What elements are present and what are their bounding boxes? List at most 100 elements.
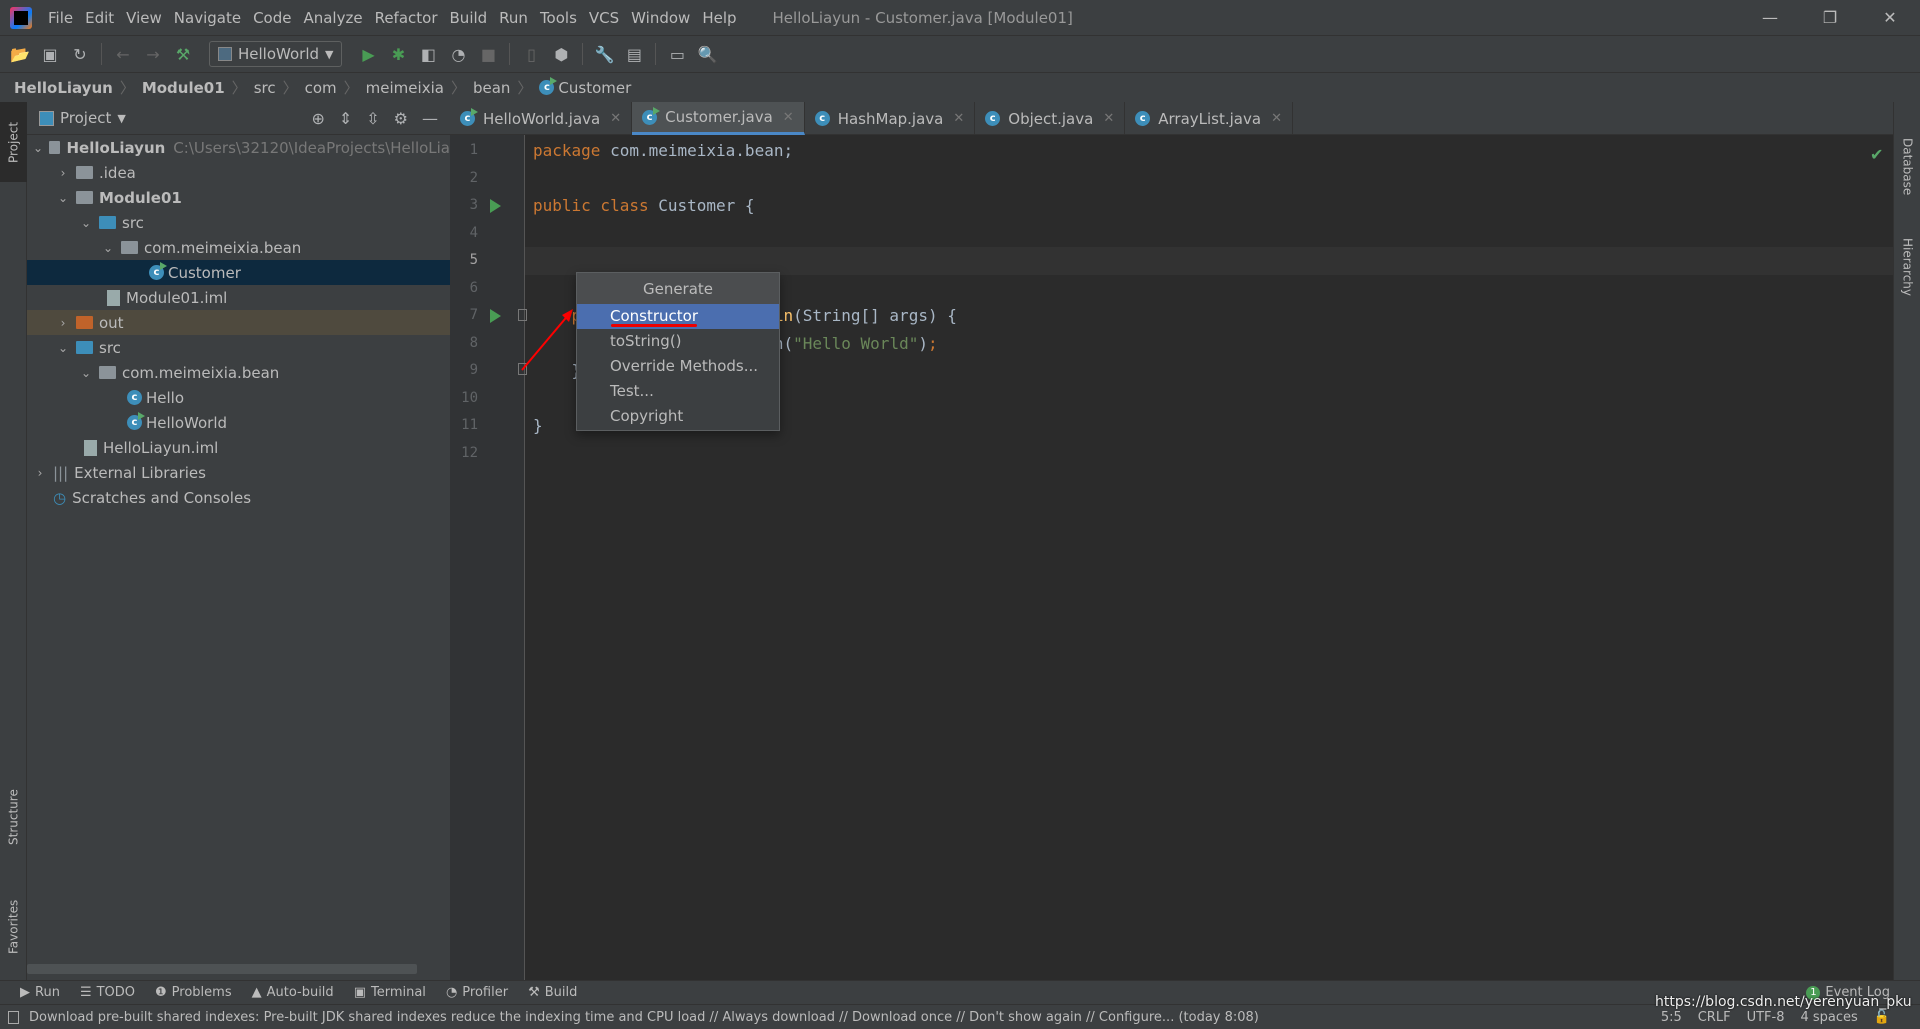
lock-icon[interactable]: 🔓	[1874, 1010, 1890, 1025]
menu-file[interactable]: File	[42, 9, 79, 27]
run-gutter-icon[interactable]	[490, 309, 501, 323]
tab-helloworld[interactable]: c HelloWorld.java ✕	[450, 102, 633, 135]
run-icon[interactable]: ▶	[356, 42, 380, 66]
menu-code[interactable]: Code	[247, 9, 297, 27]
forward-icon[interactable]: →	[141, 42, 165, 66]
terminal-tool-button[interactable]: ▣ Terminal	[354, 985, 426, 1000]
tab-hashmap[interactable]: c HashMap.java ✕	[805, 102, 976, 135]
project-panel-title[interactable]: Project	[60, 109, 111, 127]
indent-setting[interactable]: 4 spaces	[1800, 1010, 1857, 1025]
sync-icon[interactable]: ↻	[68, 42, 92, 66]
chevron-down-icon[interactable]: ⌄	[56, 341, 70, 355]
menu-item-tostring[interactable]: toString()	[577, 329, 779, 354]
breadcrumb-module[interactable]: Module01	[142, 79, 225, 97]
menu-item-test[interactable]: Test...	[577, 379, 779, 404]
menu-navigate[interactable]: Navigate	[168, 9, 247, 27]
tab-customer[interactable]: c Customer.java ✕	[632, 102, 805, 135]
todo-tool-button[interactable]: ☰ TODO	[80, 985, 135, 1000]
chevron-down-icon[interactable]: ⌄	[101, 241, 115, 255]
open-folder-icon[interactable]: 📂	[8, 42, 32, 66]
favorites-tool-tab[interactable]: Favorites	[0, 882, 27, 972]
expand-all-icon[interactable]: ⇕	[339, 109, 352, 128]
debug-icon[interactable]: ✱	[386, 42, 410, 66]
tree-item[interactable]: c Hello	[27, 385, 450, 410]
chevron-down-icon[interactable]: ⌄	[79, 216, 93, 230]
device-icon[interactable]: ▯	[519, 42, 543, 66]
chevron-down-icon[interactable]: ▼	[117, 112, 125, 125]
breadcrumb-meimeixia[interactable]: meimeixia	[366, 79, 444, 97]
menu-item-override-methods[interactable]: Override Methods...	[577, 354, 779, 379]
profile-icon[interactable]: ◔	[446, 42, 470, 66]
no-problems-check-icon[interactable]: ✔	[1870, 145, 1883, 164]
tree-item[interactable]: › .idea	[27, 160, 450, 185]
status-message[interactable]: Download pre-built shared indexes: Pre-b…	[29, 1010, 1259, 1025]
problems-tool-button[interactable]: ❶ Problems	[155, 985, 232, 1000]
coverage-icon[interactable]: ◧	[416, 42, 440, 66]
breadcrumb-src[interactable]: src	[254, 79, 276, 97]
tree-item[interactable]: ⌄ src	[27, 210, 450, 235]
chevron-right-icon[interactable]: ›	[33, 466, 47, 480]
menu-refactor[interactable]: Refactor	[369, 9, 444, 27]
tree-item[interactable]: ⌄ Module01	[27, 185, 450, 210]
presentation-icon[interactable]: ▭	[665, 42, 689, 66]
chevron-right-icon[interactable]: ›	[56, 166, 70, 180]
back-icon[interactable]: ←	[111, 42, 135, 66]
locate-icon[interactable]: ⊕	[311, 109, 324, 128]
menu-item-copyright[interactable]: Copyright	[577, 404, 779, 429]
close-icon[interactable]: ✕	[1103, 111, 1114, 126]
close-icon[interactable]: ✕	[783, 110, 794, 125]
project-structure-icon[interactable]: ▤	[622, 42, 646, 66]
collapse-all-icon[interactable]: ⇳	[366, 109, 379, 128]
breadcrumb-com[interactable]: com	[305, 79, 337, 97]
chevron-down-icon[interactable]: ⌄	[33, 141, 43, 155]
tree-item[interactable]: HelloLiayun.iml	[27, 435, 450, 460]
tree-item[interactable]: ⌄ com.meimeixia.bean	[27, 235, 450, 260]
menu-vcs[interactable]: VCS	[583, 9, 625, 27]
database-tool-tab[interactable]: Database	[1894, 132, 1920, 202]
run-tool-button[interactable]: ▶ Run	[20, 985, 60, 1000]
project-tool-tab[interactable]: Project	[0, 102, 27, 182]
settings-wrench-icon[interactable]: 🔧	[592, 42, 616, 66]
stop-icon[interactable]: ■	[476, 42, 500, 66]
close-button[interactable]: ✕	[1860, 0, 1920, 35]
toggle-tool-windows-icon[interactable]	[8, 1010, 19, 1024]
run-gutter-icon[interactable]	[490, 199, 501, 213]
menu-run[interactable]: Run	[493, 9, 534, 27]
structure-tool-tab[interactable]: Structure	[0, 772, 27, 862]
gear-icon[interactable]: ⚙	[394, 109, 408, 128]
menu-help[interactable]: Help	[696, 9, 742, 27]
breadcrumb-customer[interactable]: Customer	[558, 79, 631, 97]
menu-build[interactable]: Build	[444, 9, 494, 27]
caret-position[interactable]: 5:5	[1661, 1010, 1682, 1025]
tree-item[interactable]: › ||| External Libraries	[27, 460, 450, 485]
menu-view[interactable]: View	[120, 9, 168, 27]
tab-arraylist[interactable]: c ArrayList.java ✕	[1125, 102, 1293, 135]
menu-edit[interactable]: Edit	[79, 9, 120, 27]
tree-item[interactable]: › out	[27, 310, 450, 335]
breadcrumb-bean[interactable]: bean	[473, 79, 510, 97]
auto-build-tool-button[interactable]: ▲ Auto-build	[252, 985, 334, 1000]
file-encoding[interactable]: UTF-8	[1747, 1010, 1785, 1025]
tree-item[interactable]: ⌄ src	[27, 335, 450, 360]
menu-analyze[interactable]: Analyze	[297, 9, 368, 27]
tree-item-selected[interactable]: c Customer	[27, 260, 450, 285]
line-separator[interactable]: CRLF	[1698, 1010, 1731, 1025]
close-icon[interactable]: ✕	[953, 111, 964, 126]
chevron-right-icon[interactable]: ›	[56, 316, 70, 330]
menu-item-constructor[interactable]: Constructor	[577, 304, 779, 329]
chevron-down-icon[interactable]: ⌄	[79, 366, 93, 380]
tree-item[interactable]: ⌄ HelloLiayun C:\Users\32120\IdeaProjects\…	[27, 135, 450, 160]
tree-item[interactable]: Module01.iml	[27, 285, 450, 310]
minimize-button[interactable]: —	[1740, 0, 1800, 35]
tree-item[interactable]: ⌄ com.meimeixia.bean	[27, 360, 450, 385]
search-icon[interactable]: 🔍	[695, 42, 719, 66]
horizontal-scrollbar[interactable]	[27, 964, 417, 974]
menu-tools[interactable]: Tools	[534, 9, 583, 27]
tree-item[interactable]: ◷ Scratches and Consoles	[27, 485, 450, 510]
save-icon[interactable]: ▣	[38, 42, 62, 66]
tree-item[interactable]: c HelloWorld	[27, 410, 450, 435]
update-icon[interactable]: ⬢	[549, 42, 573, 66]
close-icon[interactable]: ✕	[610, 111, 621, 126]
close-icon[interactable]: ✕	[1271, 111, 1282, 126]
tab-object[interactable]: c Object.java ✕	[975, 102, 1126, 135]
